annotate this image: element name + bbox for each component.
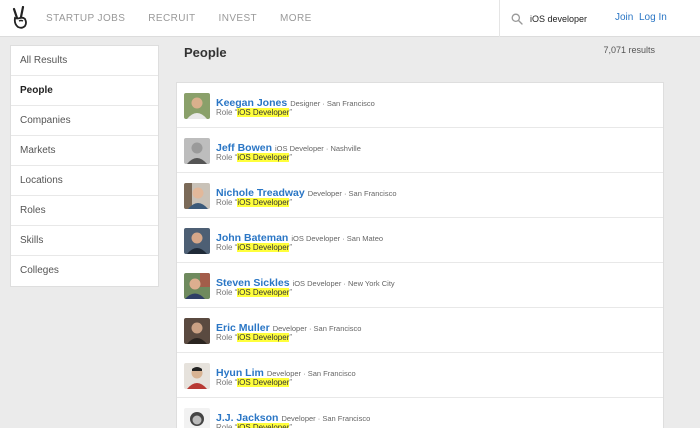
sidebar-item-people[interactable]: People (11, 76, 158, 106)
nav-invest[interactable]: INVEST (219, 13, 258, 24)
person-meta: Developer · San Francisco (281, 414, 371, 423)
role-suffix: ” (289, 423, 293, 428)
role-prefix: Role “ (216, 198, 238, 207)
login-link[interactable]: Log In (639, 12, 667, 23)
avatar[interactable] (184, 273, 210, 299)
person-row: Keegan Jones Designer · San Francisco Rol… (177, 83, 663, 128)
role-prefix: Role “ (216, 333, 238, 342)
role-suffix: ” (289, 198, 293, 207)
role-prefix: Role “ (216, 423, 238, 428)
role-prefix: Role “ (216, 288, 238, 297)
sidebar-item-all-results[interactable]: All Results (11, 46, 158, 76)
avatar[interactable] (184, 183, 210, 209)
page-title: People (184, 45, 227, 60)
join-link[interactable]: Join (615, 12, 633, 23)
sidebar-item-colleges[interactable]: Colleges (11, 256, 158, 286)
role-prefix: Role “ (216, 378, 238, 387)
role-highlight: iOS Developer (237, 378, 290, 387)
role-suffix: ” (289, 108, 293, 117)
search-area: Join Log In (499, 0, 700, 37)
person-meta: Developer · San Francisco (307, 189, 397, 198)
top-bar: STARTUP JOBS RECRUIT INVEST MORE Join Lo… (0, 0, 700, 37)
people-results-list: Keegan Jones Designer · San Francisco Rol… (176, 82, 664, 428)
person-row: Jeff Bowen iOS Developer · Nashville Role… (177, 128, 663, 173)
role-line: Role “iOS Developer” (216, 108, 292, 117)
person-meta: iOS Developer · San Mateo (291, 234, 384, 243)
role-highlight: iOS Developer (237, 243, 290, 252)
role-line: Role “iOS Developer” (216, 333, 292, 342)
role-highlight: iOS Developer (237, 288, 290, 297)
avatar[interactable] (184, 138, 210, 164)
nav-startup-jobs[interactable]: STARTUP JOBS (46, 13, 125, 24)
role-suffix: ” (289, 333, 293, 342)
role-line: Role “iOS Developer” (216, 378, 292, 387)
role-suffix: ” (289, 378, 293, 387)
sidebar-item-locations[interactable]: Locations (11, 166, 158, 196)
nav-recruit[interactable]: RECRUIT (148, 13, 195, 24)
main-nav: STARTUP JOBS RECRUIT INVEST MORE (46, 13, 335, 24)
role-highlight: iOS Developer (237, 198, 290, 207)
role-prefix: Role “ (216, 243, 238, 252)
nav-more[interactable]: MORE (280, 13, 312, 24)
search-input[interactable] (530, 11, 608, 26)
role-suffix: ” (289, 153, 293, 162)
result-count: 7,071 results (603, 45, 655, 55)
person-meta: Developer · San Francisco (266, 369, 356, 378)
person-row: Steven Sickles iOS Developer · New York C… (177, 263, 663, 308)
role-highlight: iOS Developer (237, 333, 290, 342)
person-meta: Designer · San Francisco (290, 99, 375, 108)
person-meta: iOS Developer · Nashville (275, 144, 361, 153)
role-line: Role “iOS Developer” (216, 288, 292, 297)
search-icon[interactable] (511, 12, 523, 25)
sidebar-item-companies[interactable]: Companies (11, 106, 158, 136)
role-line: Role “iOS Developer” (216, 153, 292, 162)
avatar[interactable] (184, 93, 210, 119)
person-meta: Developer · San Francisco (272, 324, 362, 333)
role-line: Role “iOS Developer” (216, 243, 292, 252)
person-row: Nichole Treadway Developer · San Francisc… (177, 173, 663, 218)
person-meta: iOS Developer · New York City (292, 279, 395, 288)
avatar[interactable] (184, 408, 210, 428)
role-highlight: iOS Developer (237, 108, 290, 117)
avatar[interactable] (184, 363, 210, 389)
role-suffix: ” (289, 288, 293, 297)
avatar[interactable] (184, 228, 210, 254)
sidebar-item-roles[interactable]: Roles (11, 196, 158, 226)
person-row: Eric Muller Developer · San Francisco Rol… (177, 308, 663, 353)
person-row: John Bateman iOS Developer · San Mateo Ro… (177, 218, 663, 263)
role-prefix: Role “ (216, 108, 238, 117)
role-line: Role “iOS Developer” (216, 423, 292, 428)
role-highlight: iOS Developer (237, 153, 290, 162)
role-suffix: ” (289, 243, 293, 252)
role-prefix: Role “ (216, 153, 238, 162)
peace-hand-icon[interactable] (12, 5, 30, 30)
role-line: Role “iOS Developer” (216, 198, 292, 207)
role-highlight: iOS Developer (237, 423, 290, 428)
person-row: Hyun Lim Developer · San Francisco Role “… (177, 353, 663, 398)
avatar[interactable] (184, 318, 210, 344)
sidebar-item-markets[interactable]: Markets (11, 136, 158, 166)
person-row: J.J. Jackson Developer · San Francisco Ro… (177, 398, 663, 428)
sidebar-item-skills[interactable]: Skills (11, 226, 158, 256)
results-filter-sidebar: All Results People Companies Markets Loc… (10, 45, 159, 287)
